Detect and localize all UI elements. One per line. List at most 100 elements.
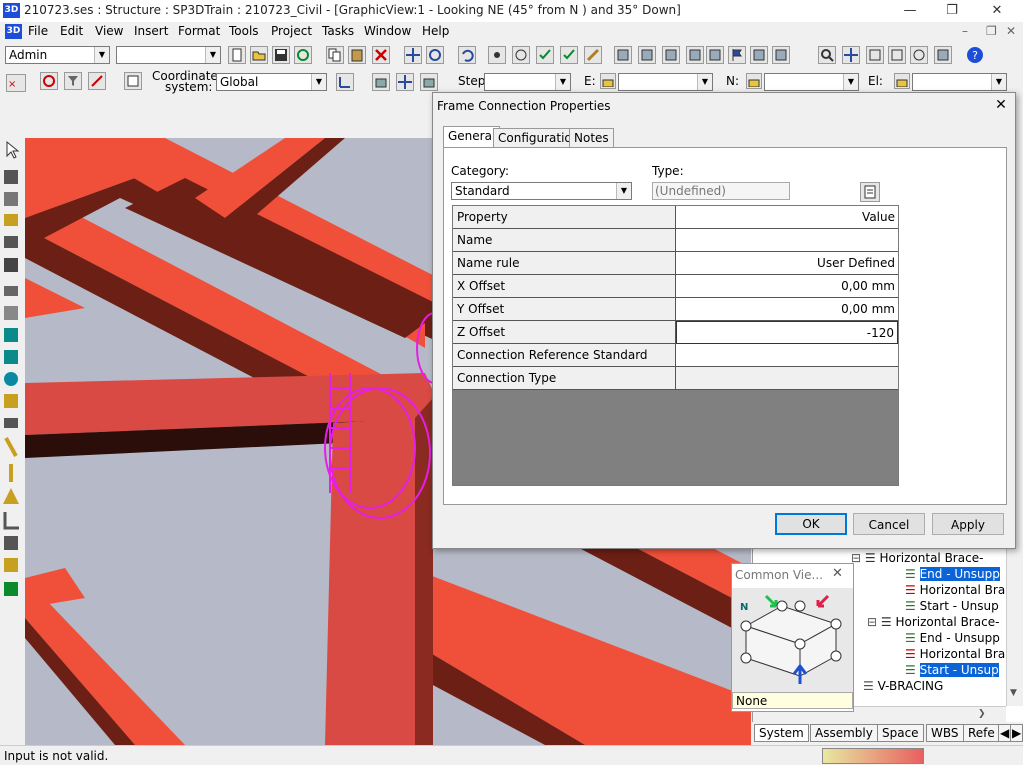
save-icon[interactable]	[272, 46, 290, 64]
value-connection-type[interactable]	[676, 367, 898, 390]
zoom-icon[interactable]	[818, 46, 836, 64]
view-rotate-icon[interactable]	[910, 46, 928, 64]
tab-assembly[interactable]: Assembly	[810, 724, 878, 742]
zoom-area-icon[interactable]	[866, 46, 884, 64]
open-folder-icon[interactable]	[250, 46, 268, 64]
child-close-icon[interactable]: ✕	[1006, 24, 1016, 38]
tree-item-2[interactable]: ☰ Horizontal Bra	[905, 582, 1005, 598]
close-icon[interactable]: ✕	[980, 1, 1014, 21]
view-7-icon[interactable]	[772, 46, 790, 64]
tab-notes[interactable]: Notes	[569, 128, 614, 147]
view-5-icon[interactable]	[706, 46, 724, 64]
el-coordinate-field[interactable]: ▼	[912, 73, 1007, 91]
tab-right-icon[interactable]: ▶	[1010, 724, 1023, 742]
chevron-down-icon[interactable]: ▼	[991, 74, 1006, 90]
view-6-icon[interactable]	[750, 46, 768, 64]
value-x-offset[interactable]: 0,00 mm	[676, 275, 898, 298]
menu-file[interactable]: File	[28, 24, 48, 38]
tree-item-8[interactable]: ☰ V-BRACING	[863, 678, 943, 694]
apply-button[interactable]: Apply	[932, 513, 1004, 535]
category-combo[interactable]: Standard ▼	[451, 182, 632, 200]
close-icon[interactable]: ✕	[989, 95, 1013, 115]
tree-item-3[interactable]: ☰ Start - Unsup	[905, 598, 999, 614]
minimize-icon[interactable]: —	[893, 1, 927, 21]
lock-el-icon[interactable]	[894, 73, 910, 89]
doc-icon[interactable]: 3D	[5, 24, 22, 39]
menu-insert[interactable]: Insert	[134, 24, 168, 38]
coordinate-system-combo[interactable]: Global ▼	[216, 73, 327, 91]
check-2-icon[interactable]	[560, 46, 578, 64]
menu-tasks[interactable]: Tasks	[322, 24, 354, 38]
chevron-down-icon[interactable]: ▼	[205, 47, 220, 63]
refresh-icon[interactable]	[294, 46, 312, 64]
tree-item-6[interactable]: ☰ Horizontal Bra	[905, 646, 1005, 662]
child-minimize-icon[interactable]: –	[962, 24, 968, 38]
pan-icon[interactable]	[842, 46, 860, 64]
constrain-1-icon[interactable]	[372, 73, 390, 91]
cancel-button[interactable]: Cancel	[853, 513, 925, 535]
view-icon[interactable]	[614, 46, 632, 64]
lock-n-icon[interactable]	[746, 73, 762, 89]
tree-item-4[interactable]: ⊟ ☰ Horizontal Brace-	[867, 614, 999, 630]
view-8-icon[interactable]	[934, 46, 952, 64]
rotate-icon[interactable]	[426, 46, 444, 64]
chevron-down-icon[interactable]: ▼	[555, 74, 570, 90]
move-icon[interactable]	[404, 46, 422, 64]
tree-item-0[interactable]: ⊟ ☰ Horizontal Brace-	[851, 550, 983, 566]
flag-icon[interactable]	[728, 46, 746, 64]
tree-item-7[interactable]: ☰ Start - Unsup	[905, 662, 999, 678]
tab-general[interactable]: General	[443, 126, 501, 148]
tree-item-1[interactable]: ☰ End - Unsupp	[905, 566, 1000, 582]
value-y-offset[interactable]: 0,00 mm	[676, 298, 898, 321]
type-field[interactable]: (Undefined)	[652, 182, 790, 200]
child-restore-icon[interactable]: ❐	[986, 24, 997, 38]
copy-icon[interactable]	[326, 46, 344, 64]
menu-format[interactable]: Format	[178, 24, 220, 38]
view-3-icon[interactable]	[662, 46, 680, 64]
scroll-down-icon[interactable]: ▼	[1010, 688, 1017, 698]
value-z-offset[interactable]: -120	[676, 321, 898, 344]
error-icon[interactable]: ×	[6, 74, 26, 92]
menu-view[interactable]: View	[95, 24, 123, 38]
tab-wbs[interactable]: WBS	[926, 724, 964, 742]
measure-icon[interactable]	[512, 46, 530, 64]
view-cube[interactable]: N	[732, 588, 853, 692]
paste-icon[interactable]	[348, 46, 366, 64]
value-connection-reference-standard[interactable]	[676, 344, 898, 367]
constrain-2-icon[interactable]	[396, 73, 414, 91]
tree-item-5[interactable]: ☰ End - Unsupp	[905, 630, 1000, 646]
menu-help[interactable]: Help	[422, 24, 449, 38]
expand-icon[interactable]: ⊟	[867, 615, 877, 629]
filter-combo[interactable]: ▼	[116, 46, 221, 64]
ok-button[interactable]: OK	[775, 513, 847, 535]
tab-system[interactable]: System	[754, 724, 809, 742]
chevron-down-icon[interactable]: ▼	[697, 74, 712, 90]
properties-icon[interactable]	[124, 72, 142, 90]
constrain-3-icon[interactable]	[420, 73, 438, 91]
select-filter-icon[interactable]	[64, 72, 82, 90]
scroll-right-icon[interactable]: ❯	[978, 709, 986, 719]
help-icon[interactable]: ?	[966, 46, 984, 64]
filter-off-icon[interactable]	[88, 72, 106, 90]
value-name[interactable]	[676, 229, 898, 252]
new-icon[interactable]	[228, 46, 246, 64]
tab-refe[interactable]: Refe	[963, 724, 1000, 742]
menu-edit[interactable]: Edit	[60, 24, 83, 38]
undo-icon[interactable]	[458, 46, 476, 64]
tree-scrollbar[interactable]: ▼	[1006, 548, 1023, 706]
chevron-down-icon[interactable]: ▼	[94, 47, 109, 63]
view-4-icon[interactable]	[686, 46, 704, 64]
tab-space[interactable]: Space	[877, 724, 924, 742]
chevron-down-icon[interactable]: ▼	[843, 74, 858, 90]
type-browse-icon[interactable]	[860, 182, 880, 202]
coordinate-tool-icon[interactable]	[336, 73, 354, 91]
close-icon[interactable]: ✕	[832, 566, 843, 581]
value-name-rule[interactable]: User Defined	[676, 252, 898, 275]
check-icon[interactable]	[536, 46, 554, 64]
tag-icon[interactable]	[584, 46, 602, 64]
step-combo[interactable]: ▼	[484, 73, 571, 91]
n-coordinate-field[interactable]: ▼	[764, 73, 859, 91]
target-icon[interactable]	[40, 72, 58, 90]
delete-icon[interactable]	[372, 46, 390, 64]
view-2-icon[interactable]	[638, 46, 656, 64]
